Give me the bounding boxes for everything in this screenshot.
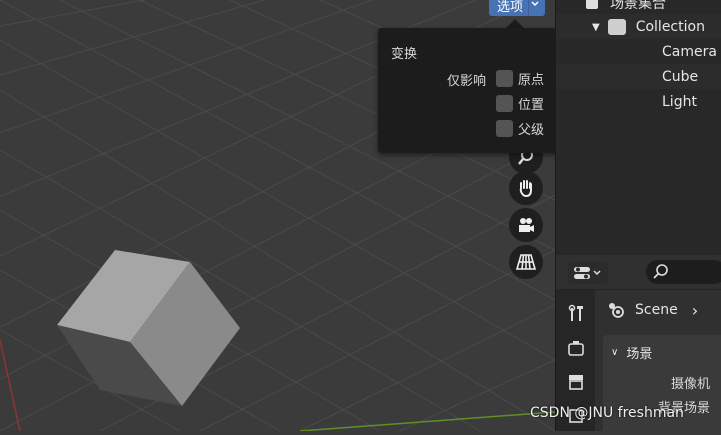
popover-title: 变换 (391, 47, 418, 62)
scene-panel-header[interactable]: ∨ 场景 (611, 343, 652, 362)
option-parents[interactable]: 父级 (496, 119, 544, 138)
3d-viewport[interactable]: 选项 变换 仅影响 原点 位置 父级 (0, 0, 555, 431)
pan-button[interactable] (509, 171, 543, 205)
checkbox-parents[interactable] (496, 120, 513, 137)
outliner-item-label: Cube (662, 69, 699, 85)
outliner-item-label: Light (662, 94, 697, 110)
options-button[interactable]: 选项 (489, 0, 545, 16)
scene-breadcrumb[interactable]: Scene › (605, 300, 698, 320)
watermark: CSDN @JNU freshman (530, 405, 684, 421)
option-label: 父级 (518, 123, 545, 138)
collection-row[interactable]: ▼ Collection (592, 16, 705, 38)
scene-label: Scene (635, 302, 678, 318)
outliner-item-camera[interactable]: Camera (644, 41, 717, 63)
outliner-item-label: Camera (662, 44, 717, 60)
chevron-right-icon: › (691, 300, 699, 320)
tab-render[interactable] (564, 336, 588, 360)
properties-search-input[interactable] (646, 260, 721, 284)
hand-icon (519, 180, 532, 198)
checkbox-origins[interactable] (496, 70, 513, 87)
properties-header (556, 255, 721, 290)
affect-only-label: 仅影响 (447, 74, 487, 89)
scene-collection-row[interactable]: 场景集合 (586, 0, 666, 14)
chevron-down-icon (531, 1, 539, 7)
expand-arrow-icon[interactable]: ▼ (592, 22, 600, 33)
tab-output[interactable] (564, 370, 588, 394)
option-label: 原点 (518, 73, 545, 88)
collection-icon (607, 19, 626, 35)
render-icon (568, 341, 584, 356)
options-popover: 变换 仅影响 原点 位置 父级 (378, 28, 555, 153)
editor-type-button[interactable] (568, 262, 608, 284)
options-label: 选项 (497, 0, 524, 15)
camera-view-button[interactable] (509, 208, 543, 242)
search-icon (653, 264, 668, 279)
scene-icon (609, 303, 624, 318)
scene-collection-label: 场景集合 (610, 0, 666, 12)
panel-title: 场景 (626, 347, 653, 362)
option-origins[interactable]: 原点 (496, 69, 544, 88)
checkbox-locations[interactable] (496, 95, 513, 112)
wrench-icon (568, 304, 583, 321)
tab-tool[interactable] (564, 302, 588, 326)
chevron-down-icon: ∨ (611, 347, 619, 358)
outliner-item-light[interactable]: Light (644, 91, 697, 113)
outliner-item-cube[interactable]: Cube (644, 66, 698, 88)
collection-label: Collection (635, 19, 705, 35)
option-locations[interactable]: 位置 (496, 94, 544, 113)
camera-field-label: 摄像机 (671, 377, 711, 392)
grid-icon (515, 254, 537, 270)
option-label: 位置 (518, 98, 545, 113)
perspective-toggle-button[interactable] (509, 245, 543, 279)
outliner-panel: 场景集合 ▼ Collection Camera Cube Light (555, 0, 721, 255)
toggle-icon (574, 267, 601, 279)
scene-collection-icon (586, 0, 598, 9)
camera-icon (519, 218, 534, 232)
options-separator (528, 0, 529, 16)
output-icon (569, 375, 583, 390)
